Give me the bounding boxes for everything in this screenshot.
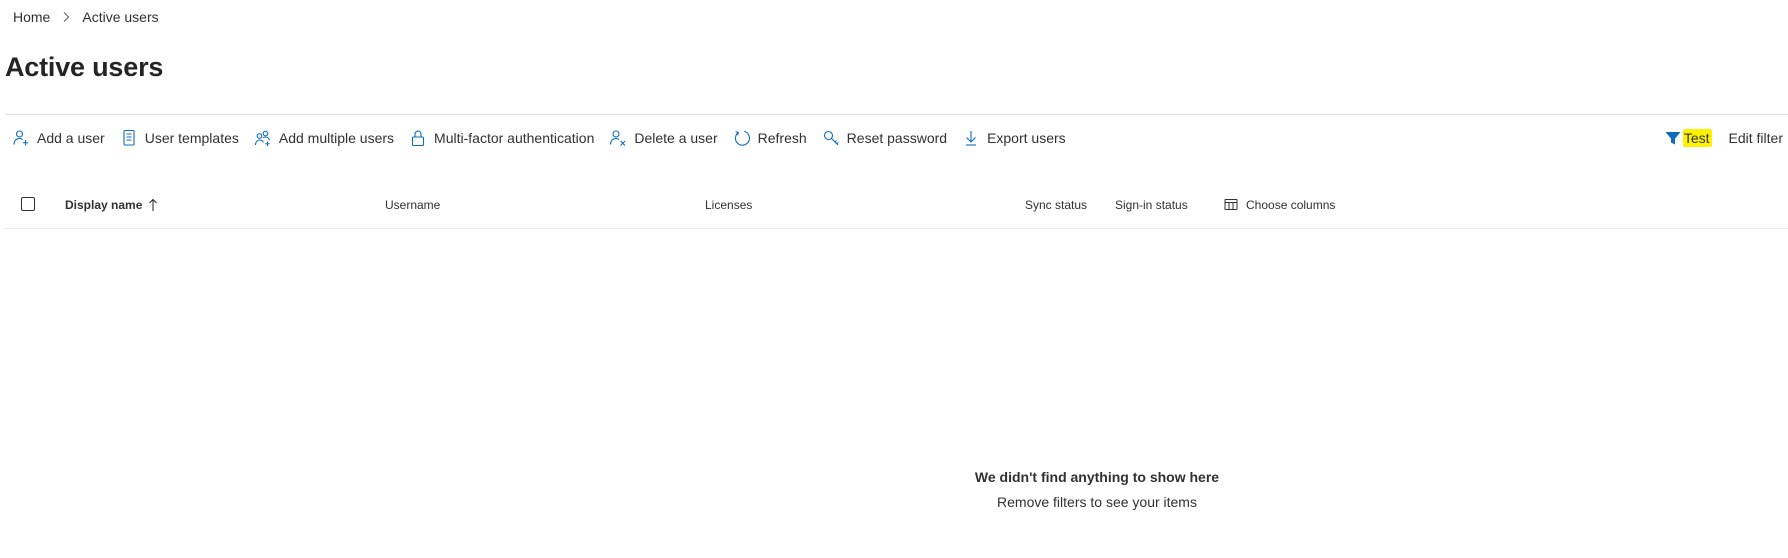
command-bar-actions: Add a user User templates Add multiple u… [5, 126, 1074, 150]
user-templates-button[interactable]: User templates [113, 126, 247, 150]
column-header-username[interactable]: Username [385, 198, 440, 212]
reset-password-button[interactable]: Reset password [815, 126, 955, 150]
edit-filter-button[interactable]: Edit filter [1729, 130, 1783, 146]
people-add-icon [254, 129, 272, 147]
person-add-icon [12, 129, 30, 147]
refresh-icon [733, 129, 751, 147]
multi-factor-authentication-button[interactable]: Multi-factor authentication [402, 126, 602, 150]
header-divider [5, 114, 1788, 115]
delete-user-label: Delete a user [634, 130, 718, 146]
breadcrumb-current: Active users [82, 9, 159, 25]
export-users-button[interactable]: Export users [955, 126, 1074, 150]
column-header-licenses[interactable]: Licenses [705, 198, 752, 212]
breadcrumb: Home Active users [13, 9, 159, 25]
table-columns-icon [1224, 198, 1238, 212]
add-user-label: Add a user [37, 130, 105, 146]
lock-icon [409, 129, 427, 147]
reset-password-label: Reset password [846, 130, 948, 146]
empty-state-subtitle: Remove filters to see your items [997, 494, 1197, 510]
choose-columns-button[interactable]: Choose columns [1224, 198, 1335, 212]
refresh-button[interactable]: Refresh [726, 126, 815, 150]
choose-columns-label: Choose columns [1246, 198, 1336, 212]
download-arrow-icon [962, 129, 980, 147]
column-header-signin-status[interactable]: Sign-in status [1115, 198, 1188, 212]
chevron-right-icon [59, 10, 73, 24]
empty-state: We didn't find anything to show here Rem… [970, 467, 1224, 512]
users-table-header: Display name Username Licenses Sync stat… [5, 192, 1788, 229]
add-multiple-users-label: Add multiple users [278, 130, 395, 146]
empty-state-title: We didn't find anything to show here [974, 469, 1220, 485]
filter-icon [1664, 129, 1682, 147]
refresh-label: Refresh [757, 130, 807, 146]
active-filter-button[interactable]: Test [1664, 126, 1712, 150]
add-user-button[interactable]: Add a user [5, 126, 113, 150]
user-templates-label: User templates [144, 130, 239, 146]
page-title: Active users [5, 52, 164, 82]
column-header-display-name[interactable]: Display name [65, 198, 158, 212]
select-all-checkbox[interactable] [21, 197, 35, 211]
display-name-header-label: Display name [65, 198, 143, 212]
filter-controls: Test Edit filter [1664, 126, 1783, 150]
column-header-sync-status[interactable]: Sync status [1025, 198, 1087, 212]
command-bar: Add a user User templates Add multiple u… [5, 126, 1788, 150]
active-users-page: Home Active users Active users Add a use… [0, 0, 1788, 558]
add-multiple-users-button[interactable]: Add multiple users [247, 126, 402, 150]
mfa-label: Multi-factor authentication [434, 130, 595, 146]
export-users-label: Export users [987, 130, 1066, 146]
breadcrumb-home-link[interactable]: Home [13, 9, 50, 25]
active-filter-label: Test [1682, 129, 1712, 147]
key-icon [822, 129, 840, 147]
document-list-icon [120, 129, 138, 147]
person-delete-icon [609, 129, 627, 147]
delete-user-button[interactable]: Delete a user [602, 126, 725, 150]
arrow-up-icon [148, 198, 158, 212]
